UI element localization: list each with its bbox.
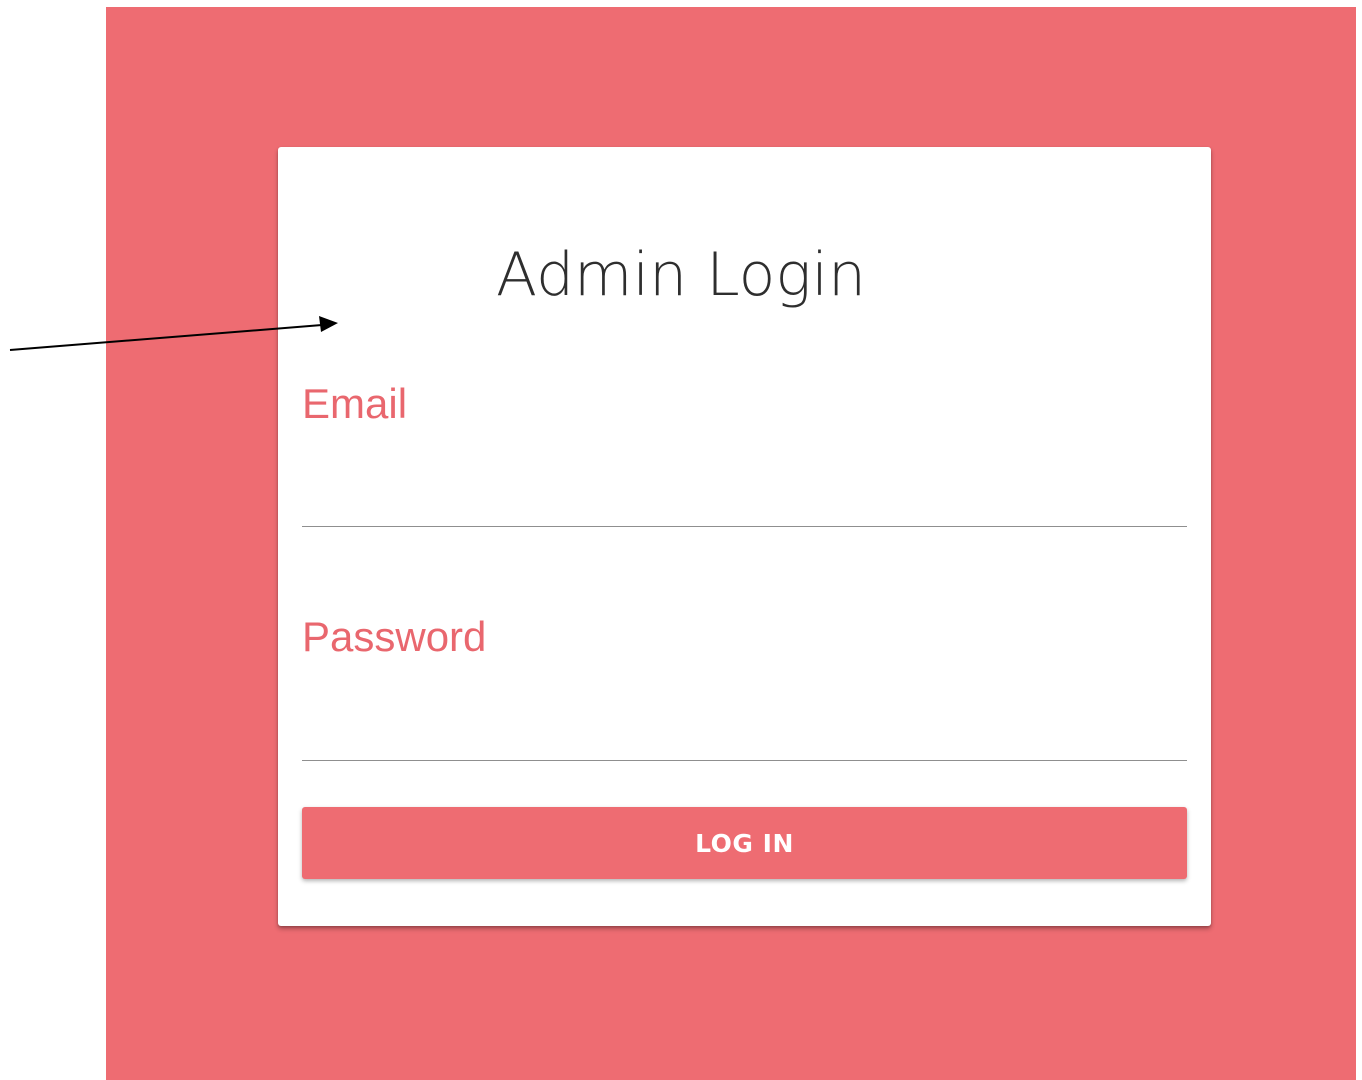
login-button[interactable]: LOG IN	[302, 807, 1187, 879]
screenshot-stage: Admin Login Email Password LOG IN	[0, 0, 1362, 1080]
email-field[interactable]	[302, 476, 1187, 527]
email-label: Email	[302, 380, 408, 427]
password-label: Password	[302, 613, 487, 660]
password-field[interactable]	[302, 710, 1187, 761]
page-title: Admin Login	[495, 240, 867, 310]
